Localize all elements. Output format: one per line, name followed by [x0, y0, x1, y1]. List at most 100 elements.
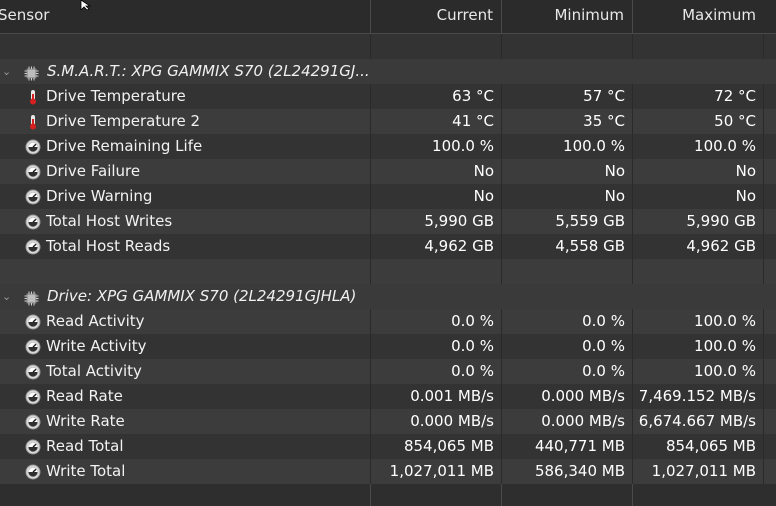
value-minimum: 0.0 %: [502, 334, 633, 359]
column-divider: [501, 484, 502, 506]
value-current: No: [371, 159, 502, 184]
value-current: 100.0 %: [371, 134, 502, 159]
column-divider: [370, 484, 371, 506]
value-maximum: 7,469.152 MB/s: [633, 384, 764, 409]
sensor-row[interactable]: Write Activity 0.0 % 0.0 % 100.0 %: [0, 334, 776, 359]
sensor-row[interactable]: Drive Failure No No No: [0, 159, 776, 184]
sensor-row[interactable]: Drive Temperature 63 °C 57 °C 72 °C: [0, 84, 776, 109]
sensor-label: Drive Warning: [46, 187, 153, 205]
sensor-label-cell: Total Host Writes: [0, 209, 371, 234]
sensor-label: Total Activity: [46, 362, 142, 380]
gauge-icon: [25, 388, 41, 405]
sensor-row[interactable]: Read Total 854,065 MB 440,771 MB 854,065 MB: [0, 434, 776, 459]
value-maximum: 1,027,011 MB: [633, 459, 764, 484]
value-minimum: 4,558 GB: [502, 234, 633, 259]
table-cell: [371, 34, 502, 59]
value-current: 63 °C: [371, 84, 502, 109]
value-maximum: 5,990 GB: [633, 209, 764, 234]
value-maximum: 4,962 GB: [633, 234, 764, 259]
sensor-row[interactable]: Read Activity 0.0 % 0.0 % 100.0 %: [0, 309, 776, 334]
sensor-group-header[interactable]: ⌄ S.M.A.R.T.: XPG GAMMIX S70 (2L24291GJ..…: [0, 59, 776, 84]
table-cell: [633, 259, 764, 284]
sensor-group-header[interactable]: ⌄ Drive: XPG GAMMIX S70 (2L24291GJHLA): [0, 284, 776, 309]
table-cell: [502, 259, 633, 284]
group-title: Drive: XPG GAMMIX S70 (2L24291GJHLA): [47, 287, 357, 305]
gauge-icon: [25, 463, 41, 480]
sensor-row[interactable]: Total Activity 0.0 % 0.0 % 100.0 %: [0, 359, 776, 384]
value-current: 5,990 GB: [371, 209, 502, 234]
sensor-row[interactable]: Write Rate 0.000 MB/s 0.000 MB/s 6,674.667 …: [0, 409, 776, 434]
sensor-label-cell: Drive Failure: [0, 159, 371, 184]
value-minimum: 0.000 MB/s: [502, 409, 633, 434]
value-current: 854,065 MB: [371, 434, 502, 459]
sensor-table: ⌄ S.M.A.R.T.: XPG GAMMIX S70 (2L24291GJ..…: [0, 34, 776, 484]
sensor-row[interactable]: Drive Temperature 2 41 °C 35 °C 50 °C: [0, 109, 776, 134]
value-maximum: No: [633, 184, 764, 209]
gauge-icon: [25, 138, 41, 155]
sensor-label-cell: Total Activity: [0, 359, 371, 384]
sensor-label: Drive Remaining Life: [46, 137, 203, 155]
column-header-sensor[interactable]: Sensor: [0, 0, 371, 33]
table-empty-area: [0, 484, 776, 506]
chevron-down-icon[interactable]: ⌄: [2, 284, 14, 309]
mouse-cursor-icon: [80, 0, 92, 10]
sensor-label: Write Total: [46, 462, 126, 480]
column-header-maximum[interactable]: Maximum: [633, 0, 764, 33]
thermometer-icon: [25, 88, 41, 105]
thermometer-icon: [25, 113, 41, 130]
value-maximum: 100.0 %: [633, 359, 764, 384]
sensor-label-cell: Drive Warning: [0, 184, 371, 209]
chip-icon: [24, 64, 39, 81]
sensor-row[interactable]: Drive Warning No No No: [0, 184, 776, 209]
column-header-current[interactable]: Current: [371, 0, 502, 33]
value-minimum: 586,340 MB: [502, 459, 633, 484]
value-minimum: 35 °C: [502, 109, 633, 134]
value-maximum: 100.0 %: [633, 334, 764, 359]
sensor-label: Read Activity: [46, 312, 145, 330]
sensor-label: Read Rate: [46, 387, 123, 405]
value-current: 4,962 GB: [371, 234, 502, 259]
value-minimum: 0.0 %: [502, 309, 633, 334]
sensor-label: Write Activity: [46, 337, 147, 355]
sensor-row[interactable]: Write Total 1,027,011 MB 586,340 MB 1,027,0…: [0, 459, 776, 484]
sensor-label: Write Rate: [46, 412, 125, 430]
value-minimum: 0.0 %: [502, 359, 633, 384]
column-header-minimum[interactable]: Minimum: [502, 0, 633, 33]
column-divider: [632, 484, 633, 506]
value-minimum: 440,771 MB: [502, 434, 633, 459]
sensor-row[interactable]: Total Host Reads 4,962 GB 4,558 GB 4,962 GB: [0, 234, 776, 259]
table-cell: [0, 259, 371, 284]
value-minimum: No: [502, 159, 633, 184]
sensor-label-cell: Total Host Reads: [0, 234, 371, 259]
table-cell: [0, 34, 371, 59]
value-current: 0.0 %: [371, 334, 502, 359]
sensor-row[interactable]: Total Host Writes 5,990 GB 5,559 GB 5,990 G…: [0, 209, 776, 234]
sensor-label-cell: Drive Remaining Life: [0, 134, 371, 159]
sensor-label: Read Total: [46, 437, 124, 455]
sensor-label-cell: Read Rate: [0, 384, 371, 409]
value-minimum: 57 °C: [502, 84, 633, 109]
sensor-label-cell: Read Activity: [0, 309, 371, 334]
table-cell: [371, 259, 502, 284]
value-maximum: 100.0 %: [633, 134, 764, 159]
gauge-icon: [25, 438, 41, 455]
sensor-label-cell: Write Total: [0, 459, 371, 484]
gauge-icon: [25, 413, 41, 430]
value-current: 0.0 %: [371, 309, 502, 334]
chip-icon: [24, 289, 39, 306]
table-cell: [502, 34, 633, 59]
chevron-down-icon[interactable]: ⌄: [2, 59, 14, 84]
sensor-label-cell: Read Total: [0, 434, 371, 459]
sensor-label-cell: Write Rate: [0, 409, 371, 434]
sensor-label-cell: Write Activity: [0, 334, 371, 359]
spacer-row: [0, 259, 776, 284]
value-maximum: 50 °C: [633, 109, 764, 134]
value-current: 1,027,011 MB: [371, 459, 502, 484]
gauge-icon: [25, 338, 41, 355]
value-current: 41 °C: [371, 109, 502, 134]
sensor-label: Drive Temperature: [46, 87, 186, 105]
sensor-row[interactable]: Read Rate 0.001 MB/s 0.000 MB/s 7,469.152 M…: [0, 384, 776, 409]
value-maximum: No: [633, 159, 764, 184]
gauge-icon: [25, 163, 41, 180]
sensor-row[interactable]: Drive Remaining Life 100.0 % 100.0 % 100.0 …: [0, 134, 776, 159]
